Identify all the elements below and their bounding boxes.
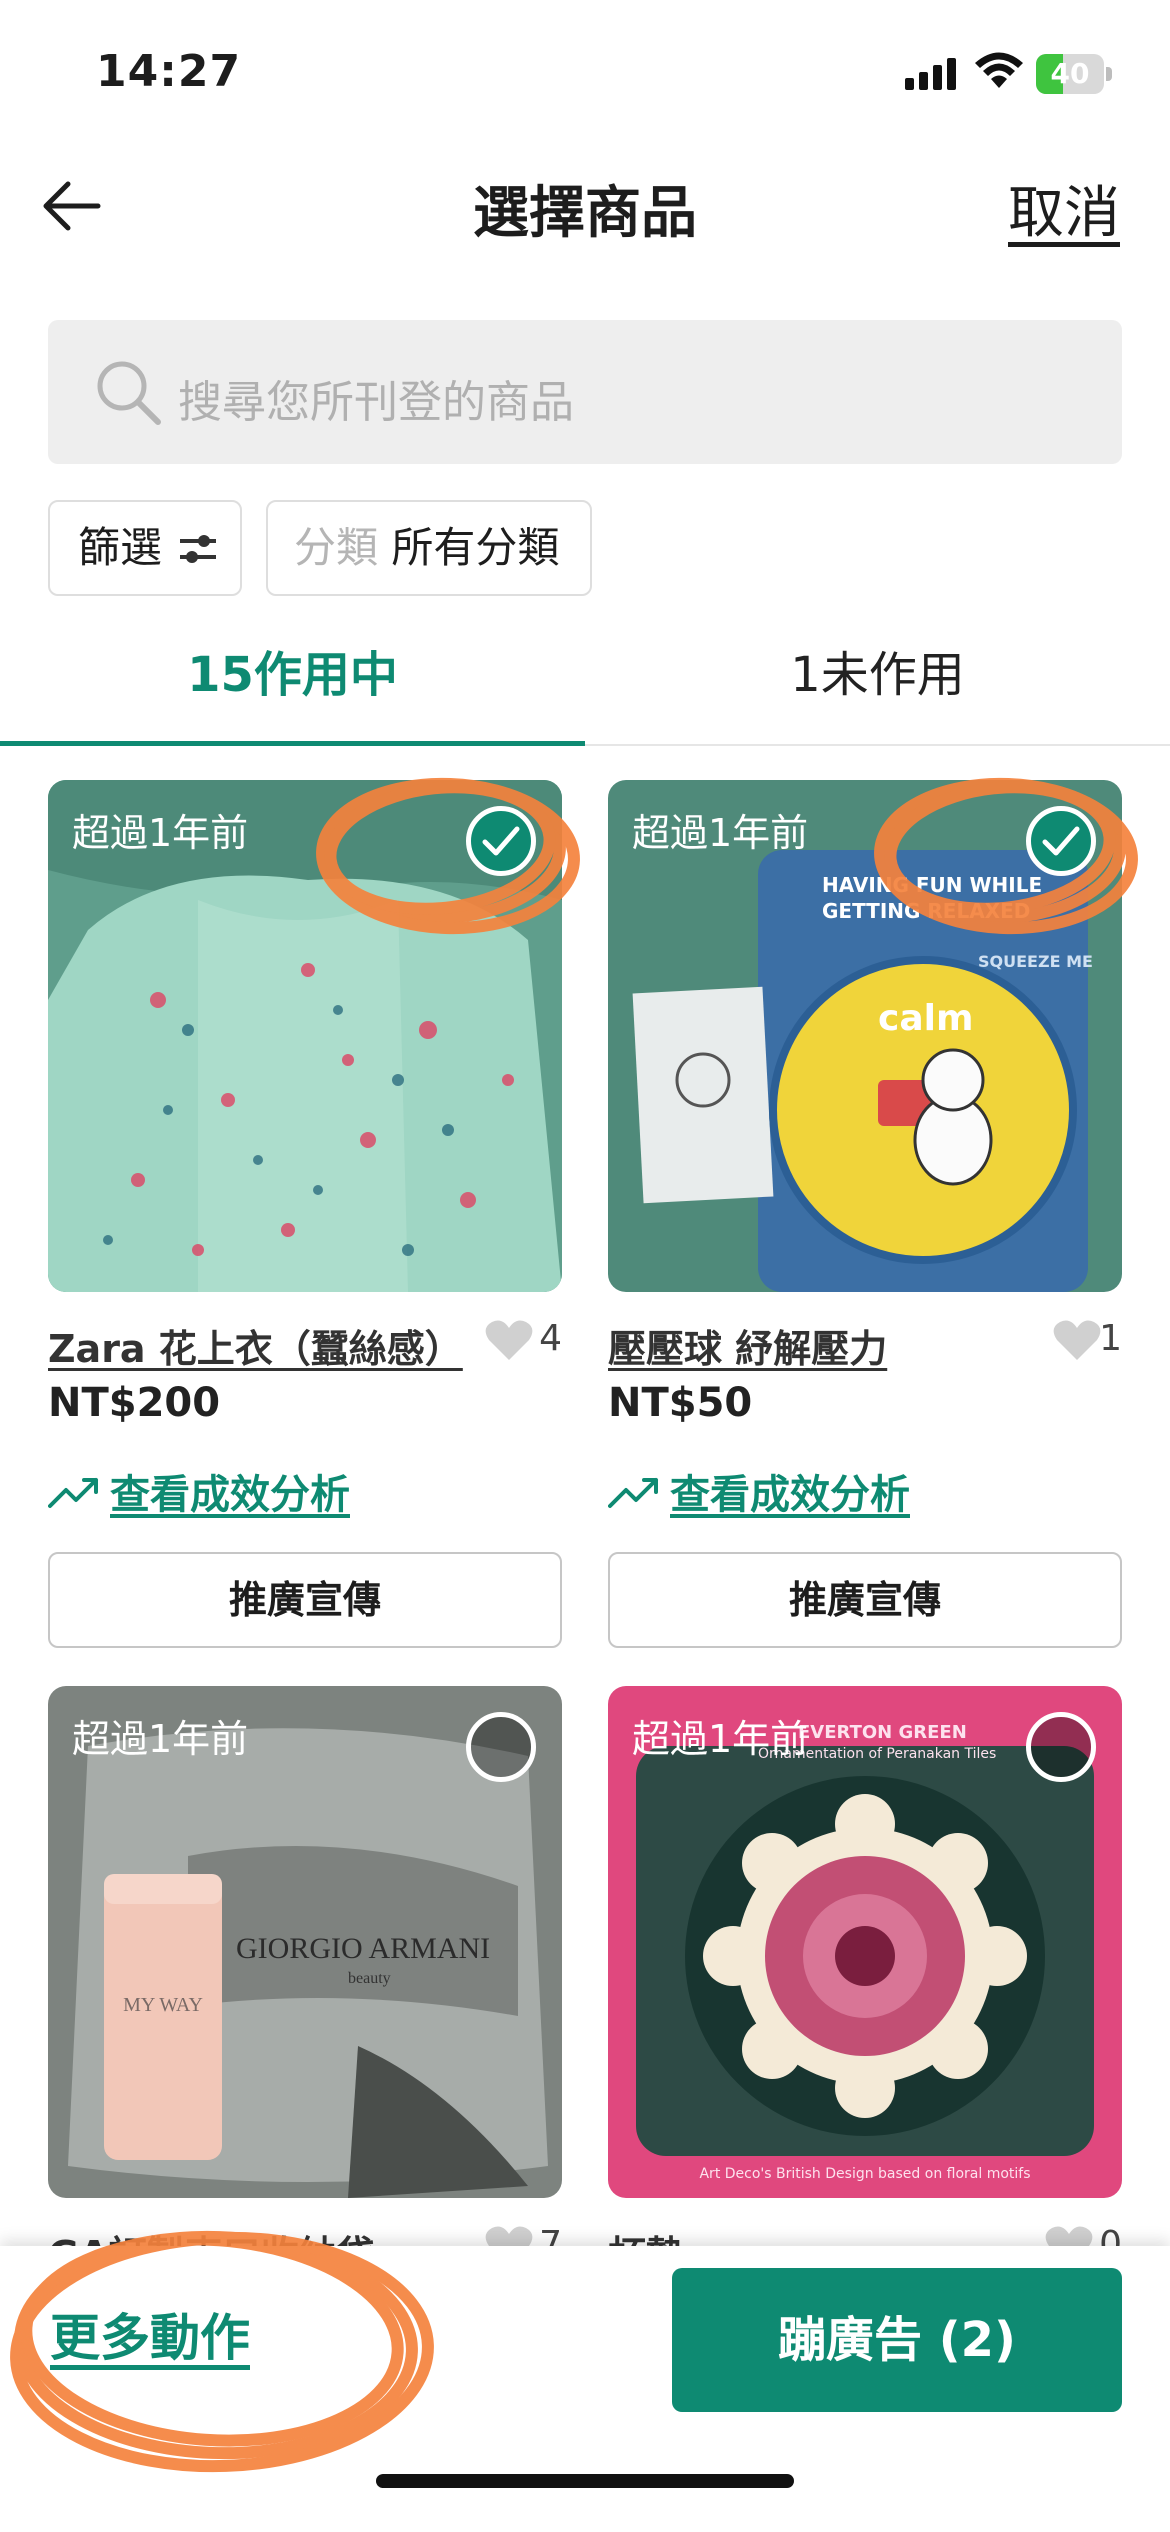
bump-ad-button[interactable]: 蹦廣告 (2): [672, 2268, 1122, 2412]
listing-time: 超過1年前: [72, 1717, 249, 1761]
select-checkbox[interactable]: [1026, 1712, 1096, 1782]
heart-icon: [1053, 1320, 1101, 1360]
filter-button[interactable]: 篩選: [48, 500, 242, 596]
product-card[interactable]: 超過1年前 Zara 花上衣（蠶絲感） 4 NT$200 查看成效分析 推廣宣傳: [48, 780, 562, 1650]
product-card[interactable]: HAVING FUN WHILE GETTING RELAXED SQUEEZE…: [608, 780, 1122, 1650]
promote-button[interactable]: 推廣宣傳: [48, 1552, 562, 1648]
check-icon: [482, 826, 520, 856]
select-checkbox[interactable]: [466, 1712, 536, 1782]
bottom-action-bar: 更多動作 蹦廣告 (2): [0, 2246, 1170, 2532]
listing-time: 超過1年前: [632, 1717, 809, 1761]
trending-up-icon: [48, 1478, 98, 1508]
more-actions-link[interactable]: 更多動作: [50, 2298, 250, 2370]
product-price: NT$50: [608, 1380, 753, 1426]
like-number: 4: [539, 1318, 562, 1359]
photo-caption: calm: [878, 998, 974, 1039]
product-card[interactable]: GIORGIO ARMANI beauty MY WAY 超過1年前 GA訂製束…: [48, 1686, 562, 2277]
photo-caption: MY WAY: [123, 1994, 203, 2016]
photo-caption: SQUEEZE ME: [978, 952, 1093, 971]
listing-time: 超過1年前: [72, 811, 249, 855]
status-bar: 14:27 40: [0, 0, 1170, 140]
promote-button[interactable]: 推廣宣傳: [608, 1552, 1122, 1648]
category-value: 所有分類: [391, 523, 560, 572]
home-indicator[interactable]: [376, 2474, 794, 2488]
product-photo[interactable]: EVERTON GREEN Ornamentation of Peranakan…: [608, 1686, 1122, 2198]
sliders-icon: [180, 535, 216, 563]
status-time: 14:27: [96, 46, 242, 97]
page-title: 選擇商品: [473, 181, 697, 246]
photo-caption: EVERTON GREEN: [798, 1722, 967, 1743]
search-input[interactable]: 搜尋您所刊登的商品: [48, 320, 1122, 464]
product-name[interactable]: Zara 花上衣（蠶絲感）: [48, 1318, 463, 1373]
signal-icon: [905, 58, 957, 90]
product-name[interactable]: 壓壓球 紓解壓力: [608, 1318, 887, 1373]
product-photo[interactable]: GIORGIO ARMANI beauty MY WAY 超過1年前: [48, 1686, 562, 2198]
cancel-button[interactable]: 取消: [1008, 168, 1120, 249]
battery-icon: 40: [1036, 54, 1112, 94]
photo-caption: HAVING FUN WHILE GETTING RELAXED: [822, 873, 1043, 923]
check-icon: [1042, 826, 1080, 856]
filter-label: 篩選: [78, 523, 163, 572]
search-icon: [97, 361, 161, 425]
tab-active-listings[interactable]: 15作用中: [0, 620, 585, 746]
product-price: NT$200: [48, 1380, 221, 1426]
battery-text: 40: [1050, 57, 1090, 90]
screen: 14:27 40 選擇商品 取消 搜尋您所刊登的商品 篩選 分類 所有分類 15…: [0, 0, 1170, 2532]
category-filter-button[interactable]: 分類 所有分類: [266, 500, 592, 596]
wifi-icon: [975, 52, 1023, 88]
select-checkbox[interactable]: [1026, 806, 1096, 876]
search-placeholder: 搜尋您所刊登的商品: [178, 377, 574, 428]
category-prefix: 分類: [294, 523, 379, 572]
photo-caption: beauty: [348, 1970, 391, 1987]
like-number: 1: [1099, 1318, 1122, 1359]
insight-label: 查看成效分析: [110, 1472, 350, 1518]
tab-bar: 15作用中 1未作用: [0, 620, 1170, 746]
product-card[interactable]: EVERTON GREEN Ornamentation of Peranakan…: [608, 1686, 1122, 2277]
like-count[interactable]: 1: [1046, 1316, 1122, 1366]
select-checkbox[interactable]: [466, 806, 536, 876]
product-photo[interactable]: HAVING FUN WHILE GETTING RELAXED SQUEEZE…: [608, 780, 1122, 1292]
nav-bar: 選擇商品 取消: [0, 140, 1170, 270]
heart-icon: [485, 1320, 533, 1360]
product-photo[interactable]: 超過1年前: [48, 780, 562, 1292]
insight-label: 查看成效分析: [670, 1472, 910, 1518]
tab-inactive-listings[interactable]: 1未作用: [585, 620, 1170, 746]
trending-up-icon: [608, 1478, 658, 1508]
like-count[interactable]: 4: [472, 1316, 562, 1366]
photo-caption: GIORGIO ARMANI: [236, 1932, 491, 1965]
photo-caption: Art Deco's British Design based on flora…: [699, 2166, 1031, 2182]
listing-time: 超過1年前: [632, 811, 809, 855]
